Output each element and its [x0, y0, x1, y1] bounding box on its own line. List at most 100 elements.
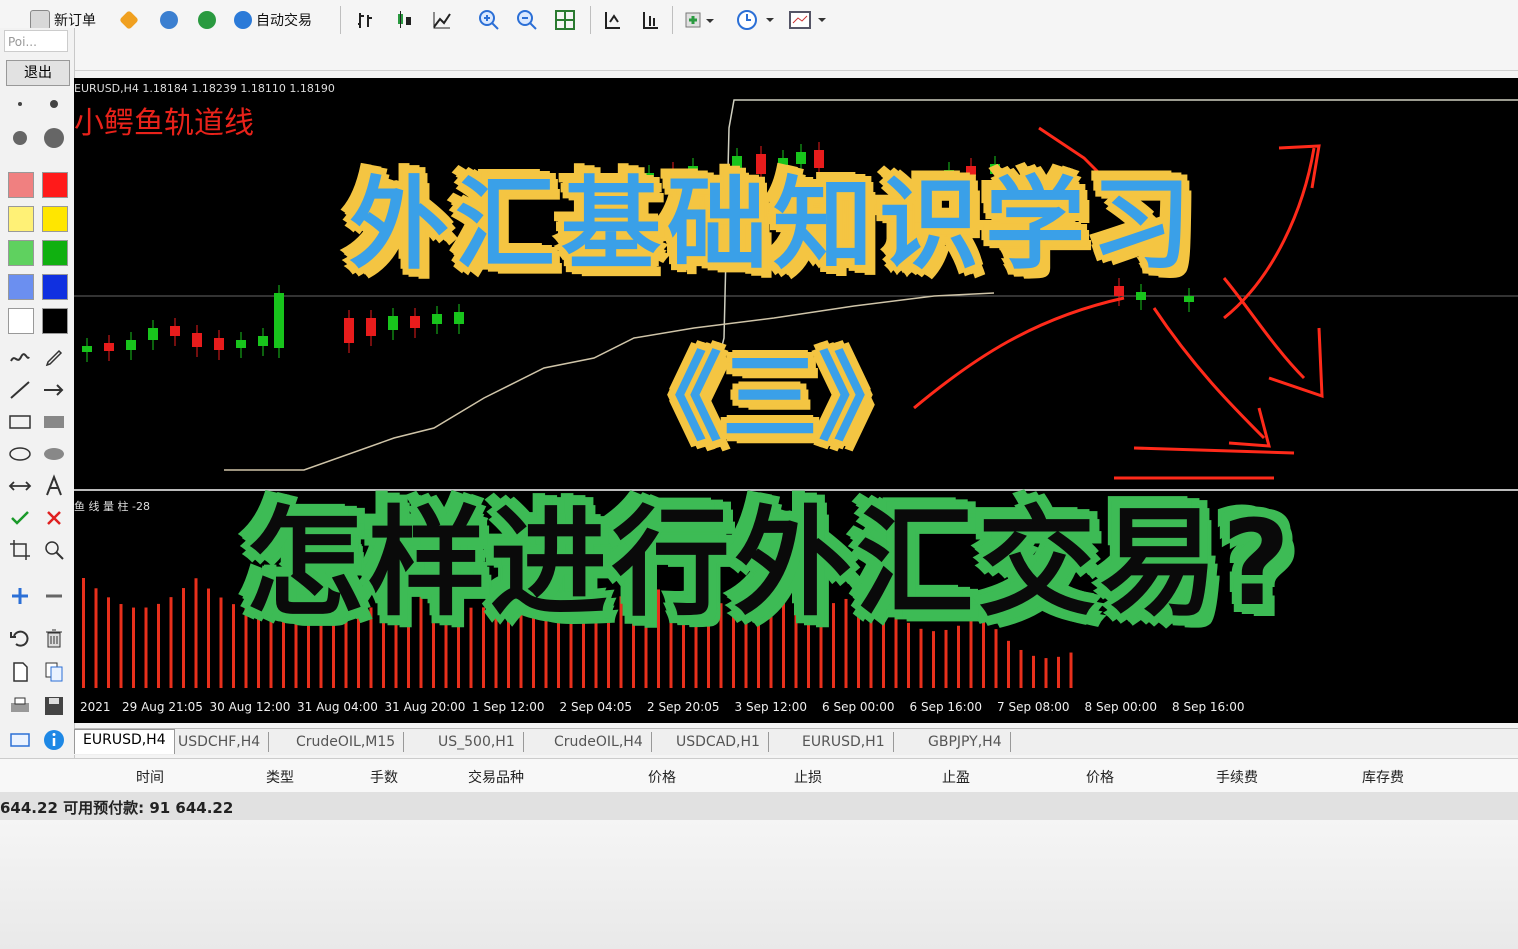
candle-chart-button[interactable] — [394, 8, 414, 32]
medium-dot-tool[interactable] — [42, 92, 66, 116]
candle-body — [1114, 286, 1124, 296]
signals-button[interactable] — [198, 8, 216, 32]
color-light-red[interactable] — [8, 172, 34, 198]
info-icon — [44, 730, 64, 750]
line-tool[interactable] — [8, 378, 32, 402]
xlarge-dot-tool[interactable] — [42, 126, 66, 150]
overlay-title-line2: 《三》 — [626, 342, 914, 454]
signal-icon — [198, 11, 216, 29]
symbol-info: EURUSD,H4 1.18184 1.18239 1.18110 1.1819… — [74, 82, 335, 95]
cancel-tool[interactable] — [42, 506, 66, 530]
chart-tab[interactable]: CrudeOIL,H4 — [546, 732, 652, 752]
delete-tool[interactable] — [42, 626, 66, 650]
filled-ellipse-icon — [44, 448, 64, 460]
terminal-column-header[interactable]: 时间 — [136, 767, 164, 787]
line-icon — [10, 381, 30, 399]
volume-bar — [1019, 649, 1023, 688]
account-button[interactable] — [160, 8, 178, 32]
freehand-tool[interactable] — [8, 346, 32, 370]
terminal-column-header[interactable]: 价格 — [1086, 767, 1114, 787]
confirm-tool[interactable] — [8, 506, 32, 530]
color-white[interactable] — [8, 308, 34, 334]
time-axis-label: 6 Sep 16:00 — [909, 700, 982, 714]
copy-tool[interactable] — [42, 660, 66, 684]
filled-rectangle-tool[interactable] — [42, 410, 66, 434]
tile-windows-button[interactable] — [554, 8, 576, 32]
pen-tool[interactable] — [42, 346, 66, 370]
candle-body — [148, 328, 158, 340]
color-yellow[interactable] — [42, 206, 68, 232]
line-chart-button[interactable] — [432, 8, 452, 32]
zoom-tool[interactable] — [42, 538, 66, 562]
color-light-blue[interactable] — [8, 274, 34, 300]
add-tool[interactable] — [8, 584, 32, 608]
dot-xlarge-icon — [44, 128, 64, 148]
filled-ellipse-tool[interactable] — [42, 442, 66, 466]
chart-tab[interactable]: GBPJPY,H4 — [920, 732, 1011, 752]
small-dot-tool[interactable] — [8, 92, 32, 116]
terminal-column-header[interactable]: 手续费 — [1216, 767, 1258, 787]
volume-bar — [82, 578, 85, 688]
bar-chart-button[interactable] — [356, 8, 376, 32]
terminal-column-header[interactable]: 止盈 — [942, 767, 970, 787]
color-light-green[interactable] — [8, 240, 34, 266]
chart-tab[interactable]: USDCHF,H4 — [170, 732, 270, 752]
candle-body — [410, 316, 420, 328]
chart-tab[interactable]: US_500,H1 — [430, 732, 524, 752]
chart-tab[interactable]: EURUSD,H4 — [74, 729, 175, 754]
bar-chart-icon — [358, 13, 372, 28]
chart-shift-button[interactable] — [640, 8, 660, 32]
screen-tool[interactable] — [8, 728, 32, 752]
color-black[interactable] — [42, 308, 68, 334]
templates-button[interactable] — [788, 8, 828, 32]
color-red[interactable] — [42, 172, 68, 198]
candle-body — [1136, 292, 1146, 300]
undo-tool[interactable] — [8, 626, 32, 650]
zoom-out-button[interactable] — [516, 8, 538, 32]
floppy-icon — [45, 697, 63, 715]
expert-button[interactable] — [119, 8, 139, 32]
time-axis-label: 2021 — [80, 700, 111, 714]
main-toolbar: 新订单 自动交易 — [0, 0, 1518, 71]
chart-tabs: EURUSD,H4 USDCHF,H4 CrudeOIL,M15 US_500,H1 C… — [74, 728, 1518, 755]
auto-trade-button[interactable]: 自动交易 — [234, 8, 312, 32]
ellipse-tool[interactable] — [8, 442, 32, 466]
chart-tab[interactable]: CrudeOIL,M15 — [288, 732, 405, 752]
time-axis-label: 7 Sep 08:00 — [997, 700, 1070, 714]
text-tool[interactable] — [42, 474, 66, 498]
indicators-button[interactable] — [684, 8, 714, 32]
terminal-column-header[interactable]: 类型 — [266, 767, 294, 787]
volume-bar — [1069, 652, 1073, 688]
rectangle-tool[interactable] — [8, 410, 32, 434]
terminal-column-header[interactable]: 交易品种 — [468, 767, 524, 787]
palette-search-input[interactable]: Poi... — [4, 30, 68, 52]
remove-tool[interactable] — [42, 584, 66, 608]
candle-body — [432, 314, 442, 324]
save-tool[interactable] — [42, 694, 66, 718]
zoom-in-button[interactable] — [478, 8, 500, 32]
large-dot-tool[interactable] — [8, 126, 32, 150]
terminal-column-header[interactable]: 价格 — [648, 767, 676, 787]
arrow-line-tool[interactable] — [42, 378, 66, 402]
double-arrow-tool[interactable] — [8, 474, 32, 498]
terminal-column-header[interactable]: 止损 — [794, 767, 822, 787]
terminal-column-header[interactable]: 手数 — [370, 767, 398, 787]
volume-bar — [119, 604, 123, 688]
new-file-tool[interactable] — [8, 660, 32, 684]
crop-tool[interactable] — [8, 538, 32, 562]
plus-icon — [12, 588, 28, 604]
color-light-yellow[interactable] — [8, 206, 34, 232]
template-icon — [789, 11, 826, 29]
info-tool[interactable] — [42, 728, 66, 752]
exit-button[interactable]: 退出 — [6, 60, 70, 86]
terminal-column-header[interactable]: 库存费 — [1362, 767, 1404, 787]
color-blue[interactable] — [42, 274, 68, 300]
periods-button[interactable] — [736, 8, 776, 32]
color-green[interactable] — [42, 240, 68, 266]
chart-tab[interactable]: USDCAD,H1 — [668, 732, 769, 752]
auto-scroll-button[interactable] — [602, 8, 622, 32]
balance-text: 644.22 可用预付款: 91 644.22 — [0, 799, 234, 817]
print-tool[interactable] — [8, 694, 32, 718]
chart-tab[interactable]: EURUSD,H1 — [794, 732, 894, 752]
auto-trade-label: 自动交易 — [256, 13, 312, 29]
